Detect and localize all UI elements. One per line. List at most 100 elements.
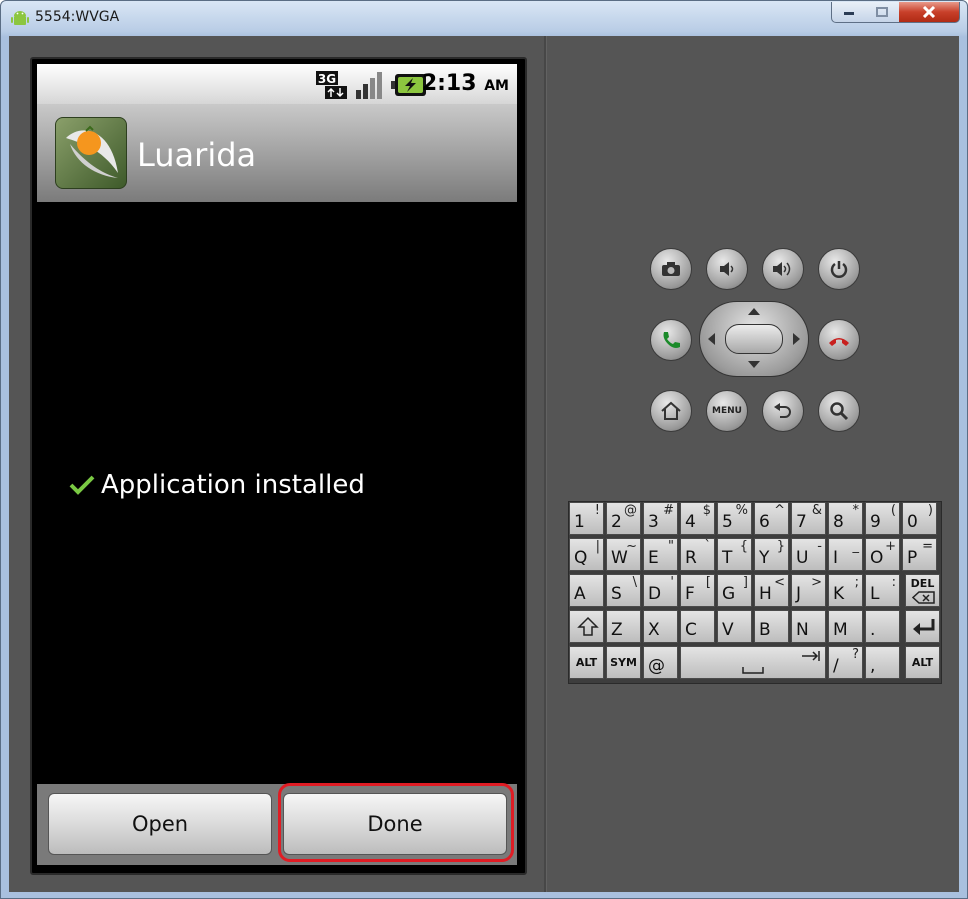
key-alt-right[interactable]: ALT	[905, 646, 940, 679]
key-o[interactable]: O +	[865, 538, 900, 571]
key-main-label: 1	[574, 512, 585, 532]
key-sub-label: @	[624, 503, 637, 518]
power-button[interactable]	[818, 248, 860, 290]
key-x[interactable]: X	[643, 610, 678, 643]
key-delete[interactable]: DEL	[905, 574, 940, 607]
key-sub-label: +	[885, 539, 896, 554]
menu-label: MENU	[712, 406, 742, 416]
key-u[interactable]: U-	[791, 538, 826, 571]
key-c[interactable]: C	[680, 610, 715, 643]
key-j[interactable]: J >	[791, 574, 826, 607]
key-sub-label: `	[704, 539, 712, 554]
volume-down-button[interactable]	[706, 248, 748, 290]
key-n[interactable]: N	[791, 610, 826, 643]
key-sym[interactable]: SYM	[606, 646, 641, 679]
key-main-label: .	[870, 620, 876, 640]
checkmark-icon	[69, 475, 95, 495]
key-1[interactable]: 1!	[569, 502, 604, 535]
key-alt-right-label: ALT	[911, 656, 934, 669]
key-8[interactable]: 8 *	[828, 502, 863, 535]
key-comma[interactable]: ,	[865, 646, 900, 679]
close-button[interactable]	[899, 2, 960, 23]
minimize-button[interactable]	[831, 2, 867, 23]
key-sub-label: *	[852, 503, 860, 518]
key-y[interactable]: Y}	[754, 538, 789, 571]
key-6[interactable]: 6 ^	[754, 502, 789, 535]
volume-up-button[interactable]	[762, 248, 804, 290]
key-sub-label: [	[705, 575, 711, 590]
key-sub-label: ]	[742, 575, 748, 590]
key-q[interactable]: Q |	[569, 538, 604, 571]
key-t[interactable]: T{	[717, 538, 752, 571]
key-0[interactable]: 0)	[902, 502, 937, 535]
back-button[interactable]	[762, 390, 804, 432]
key-7[interactable]: 7 &	[791, 502, 826, 535]
key-2[interactable]: 2 @	[606, 502, 641, 535]
key-alt-left[interactable]: ALT	[569, 646, 604, 679]
install-status: Application installed	[69, 470, 365, 500]
key-w[interactable]: W ~	[606, 538, 641, 571]
key-4[interactable]: 4 $	[680, 502, 715, 535]
key-r[interactable]: R `	[680, 538, 715, 571]
phone-screen[interactable]: 3G 2:13 AM Luarida Application installed…	[37, 64, 517, 865]
power-icon	[830, 261, 848, 278]
title-bar[interactable]: 5554:WVGA	[1, 1, 967, 35]
key-delete-label: DEL	[910, 577, 935, 590]
key-at[interactable]: @	[643, 646, 678, 679]
key-slash[interactable]: / ?	[828, 646, 863, 679]
key-a[interactable]: A	[569, 574, 604, 607]
key-main-label: M	[833, 620, 848, 640]
menu-button[interactable]: MENU	[706, 390, 748, 432]
key-m[interactable]: M	[828, 610, 863, 643]
key-v[interactable]: V	[717, 610, 752, 643]
key-main-label: 5	[722, 512, 733, 532]
key-main-label: 0	[907, 512, 918, 532]
key-shift[interactable]	[569, 610, 604, 643]
key-sub-label: %	[735, 503, 748, 518]
key-z[interactable]: Z	[606, 610, 641, 643]
key-sub-label: ;	[854, 575, 859, 590]
key-main-label: 4	[685, 512, 696, 532]
close-icon	[922, 6, 936, 18]
key-h[interactable]: H <	[754, 574, 789, 607]
camera-button[interactable]	[650, 248, 692, 290]
window-title: 5554:WVGA	[35, 9, 120, 25]
search-button[interactable]	[818, 390, 860, 432]
key-3[interactable]: 3 #	[643, 502, 678, 535]
key-k[interactable]: K;	[828, 574, 863, 607]
key-d[interactable]: D '	[643, 574, 678, 607]
key-g[interactable]: G]	[717, 574, 752, 607]
key-l[interactable]: L:	[865, 574, 900, 607]
maximize-button[interactable]	[865, 2, 900, 23]
key-f[interactable]: F[	[680, 574, 715, 607]
key-enter[interactable]	[905, 610, 940, 643]
dpad-center-button[interactable]	[725, 324, 783, 354]
key-sub-label: #	[663, 503, 674, 518]
3g-data-icon: 3G	[316, 71, 347, 99]
done-button[interactable]: Done	[283, 793, 507, 855]
key-s[interactable]: S \	[606, 574, 641, 607]
key-space[interactable]	[680, 646, 826, 679]
key-main-label: D	[648, 584, 662, 604]
phone-frame: 3G 2:13 AM Luarida Application installed…	[30, 57, 527, 875]
key-main-label: C	[685, 620, 697, 640]
home-icon	[661, 401, 681, 420]
home-button[interactable]	[650, 390, 692, 432]
svg-text:3G: 3G	[318, 72, 336, 86]
key-main-label: S	[611, 584, 622, 604]
open-button[interactable]: Open	[48, 793, 272, 855]
key-9[interactable]: 9(	[865, 502, 900, 535]
key-5[interactable]: 5%	[717, 502, 752, 535]
key-main-label: U	[796, 548, 809, 568]
key-.[interactable]: .	[865, 610, 900, 643]
key-p[interactable]: P =	[902, 538, 937, 571]
end-call-button[interactable]	[818, 319, 860, 361]
key-comma-label: ,	[870, 656, 876, 676]
key-sub-label: (	[890, 503, 896, 518]
call-button[interactable]	[650, 319, 692, 361]
app-header: Luarida	[37, 104, 517, 202]
key-i[interactable]: I _	[828, 538, 863, 571]
dpad[interactable]	[699, 301, 809, 377]
key-b[interactable]: B	[754, 610, 789, 643]
key-e[interactable]: E "	[643, 538, 678, 571]
